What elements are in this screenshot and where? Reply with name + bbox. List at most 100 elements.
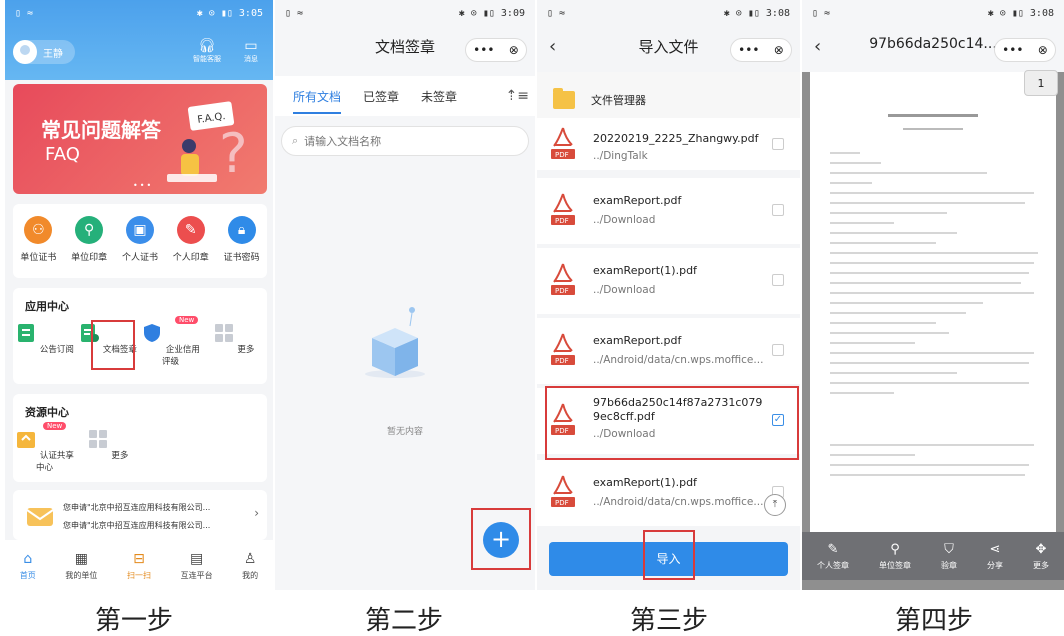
file-name: examReport(1).pdf [593, 264, 697, 277]
file-checkbox[interactable] [772, 204, 784, 216]
status-bar: ▯ ≈ ✱ ⊙ ▮▯ 3:08 [537, 0, 800, 26]
close-icon[interactable]: ⊗ [774, 43, 784, 57]
empty-text: 暂无内容 [386, 427, 423, 437]
tab-signed[interactable]: 已签章 [363, 88, 399, 105]
cert-icon: ⚇ [24, 216, 53, 244]
sort-icon[interactable]: ⇡≡ [506, 88, 529, 104]
verify-seal-button[interactable]: ⛉ 验章 [941, 542, 957, 571]
user-profile[interactable]: 王静 [13, 40, 75, 64]
page-number: 1 [1024, 70, 1058, 96]
search-input[interactable] [304, 134, 475, 148]
file-row[interactable]: PDF examReport(1).pdf ../Download [537, 248, 800, 314]
tab-scan[interactable]: ⊟ 扫一扫 [127, 550, 151, 581]
file-row[interactable]: PDF examReport.pdf ../Android/data/cn.wps.… [537, 318, 800, 384]
status-bar: ▯ ≈ ✱ ⊙ ▮▯ 3:09 [275, 0, 535, 26]
file-row[interactable]: PDF 20220219_2225_Zhangwy.pdf ../DingTalk [537, 118, 800, 170]
faq-banner[interactable]: 常见问题解答 FAQ F.A.Q. ? ••• [13, 84, 267, 194]
step-caption: 第四步 [895, 606, 974, 636]
unit-seal-label: 单位印章 [71, 253, 108, 263]
grid-icon [214, 324, 233, 342]
customer-service-label: 智能客服 [193, 55, 221, 63]
file-checkbox[interactable] [772, 138, 784, 150]
file-checkbox[interactable] [772, 274, 784, 286]
more-resources-button[interactable]: 更多 [76, 428, 139, 473]
unit-cert-label: 单位证书 [20, 253, 57, 263]
personal-sign-label: 个人签章 [817, 560, 849, 570]
personal-sign-button[interactable]: ✎ 个人签章 [817, 542, 849, 571]
announcement-subscribe-button[interactable]: 公告订阅 [13, 322, 76, 367]
unit-sign-button[interactable]: ⚲ 单位签章 [879, 542, 911, 571]
more-apps-button[interactable]: 更多 [202, 322, 265, 367]
miniapp-capsule[interactable]: ••• ⊗ [730, 38, 792, 62]
tab-home[interactable]: ⌂ 首页 [20, 550, 36, 581]
document-text-lines [830, 152, 1042, 484]
more-button[interactable]: ✥ 更多 [1033, 542, 1049, 571]
signal-icon: ▯ ≈ [285, 7, 304, 19]
pdf-label: PDF [555, 357, 569, 365]
share-label: 分享 [987, 560, 1003, 570]
tab-platform[interactable]: ▤ 互连平台 [181, 550, 213, 581]
more-apps-label: 更多 [237, 345, 255, 355]
tab-scan-label: 扫一扫 [126, 570, 151, 580]
close-icon[interactable]: ⊗ [509, 43, 519, 57]
personal-seal-button[interactable]: ✎ 个人印章 [166, 216, 216, 263]
verify-seal-label: 验章 [941, 560, 957, 570]
step-caption: 第一步 [95, 606, 174, 636]
file-path: ../Download [593, 284, 656, 296]
signal-icon: ▯ ≈ [812, 7, 831, 19]
headset-icon: 🎧︎ [198, 38, 216, 54]
banner-title: 常见问题解答 [41, 118, 161, 142]
file-path: ../Android/data/cn.wps.moffice... [593, 496, 764, 508]
app-center-card: 应用中心 公告订阅 文档签章 New 企业信用评级 更多 [13, 288, 267, 384]
chevron-right-icon: › [254, 506, 259, 520]
personal-cert-button[interactable]: ▣ 个人证书 [115, 216, 165, 263]
step1-screen: ▯ ≈ ✱ ⊙ ▮▯ 3:05 王静 🎧︎ 智能客服 ▭ 消息 常见问题解答 F… [5, 0, 273, 590]
search-bar[interactable]: ⌕ [281, 126, 529, 156]
highlight-box-step2 [471, 508, 531, 570]
new-badge: New [175, 316, 199, 324]
file-manager-label: 文件管理器 [591, 94, 646, 107]
search-icon: ⌕ [292, 134, 299, 147]
new-badge: New [43, 422, 67, 430]
personal-cert-label: 个人证书 [121, 253, 158, 263]
file-name: examReport.pdf [593, 334, 682, 347]
message-button[interactable]: ▭ 消息 [231, 38, 271, 64]
certificate-card: ⚇ 单位证书 ⚲ 单位印章 ▣ 个人证书 ✎ 个人印章 🔒︎ 证书密码 [13, 204, 267, 278]
unit-seal-button[interactable]: ⚲ 单位印章 [64, 216, 114, 263]
status-time: ✱ ⊙ ▮▯ 3:05 [196, 7, 263, 19]
scroll-top-icon[interactable]: ⤒ [764, 494, 786, 516]
unit-cert-button[interactable]: ⚇ 单位证书 [13, 216, 63, 263]
miniapp-capsule[interactable]: ••• ⊗ [994, 38, 1056, 62]
cert-share-center-button[interactable]: New 认证共享中心 [13, 422, 76, 473]
building-icon: ▦ [74, 550, 88, 567]
share-center-icon [17, 432, 36, 448]
file-path: ../DingTalk [593, 150, 648, 162]
shield-check-icon: ⛉ [944, 541, 954, 557]
tab-unsigned[interactable]: 未签章 [421, 88, 457, 105]
message-card[interactable]: 您申请"北京中招互连应用科技有限公司... 您申请"北京中招互连应用科技有限公司… [13, 490, 267, 540]
close-icon[interactable]: ⊗ [1038, 43, 1048, 57]
more-resources-label: 更多 [111, 451, 129, 461]
doc-subheading-placeholder [810, 128, 1056, 130]
tab-all-documents[interactable]: 所有文档 [293, 88, 342, 114]
pdf-icon: PDF [551, 263, 575, 295]
more-icon[interactable]: ••• [738, 43, 759, 57]
tab-mine[interactable]: ♙ 我的 [242, 550, 258, 581]
file-path: ../Android/data/cn.wps.moffice... [593, 354, 764, 366]
file-checkbox[interactable] [772, 344, 784, 356]
credit-rating-button[interactable]: New 企业信用评级 [139, 316, 202, 367]
share-button[interactable]: ⋖ 分享 [987, 542, 1003, 571]
shield-icon [144, 324, 161, 342]
signal-icon: ▯ ≈ [15, 7, 34, 19]
miniapp-capsule[interactable]: ••• ⊗ [465, 38, 527, 62]
file-row[interactable]: PDF examReport(1).pdf ../Android/data/cn.w… [537, 460, 800, 526]
more-icon[interactable]: ••• [1002, 43, 1023, 57]
message-item: 您申请"北京中招互连应用科技有限公司... [63, 521, 211, 530]
customer-service-button[interactable]: 🎧︎ 智能客服 [187, 38, 227, 64]
pdf-icon: PDF [551, 475, 575, 507]
cert-password-button[interactable]: 🔒︎ 证书密码 [217, 216, 267, 263]
more-icon[interactable]: ••• [473, 43, 494, 57]
tab-my-unit[interactable]: ▦ 我的单位 [65, 550, 97, 581]
file-row[interactable]: PDF examReport.pdf ../Download [537, 178, 800, 244]
document-tabs: 所有文档 已签章 未签章 ⇡≡ [275, 76, 535, 116]
